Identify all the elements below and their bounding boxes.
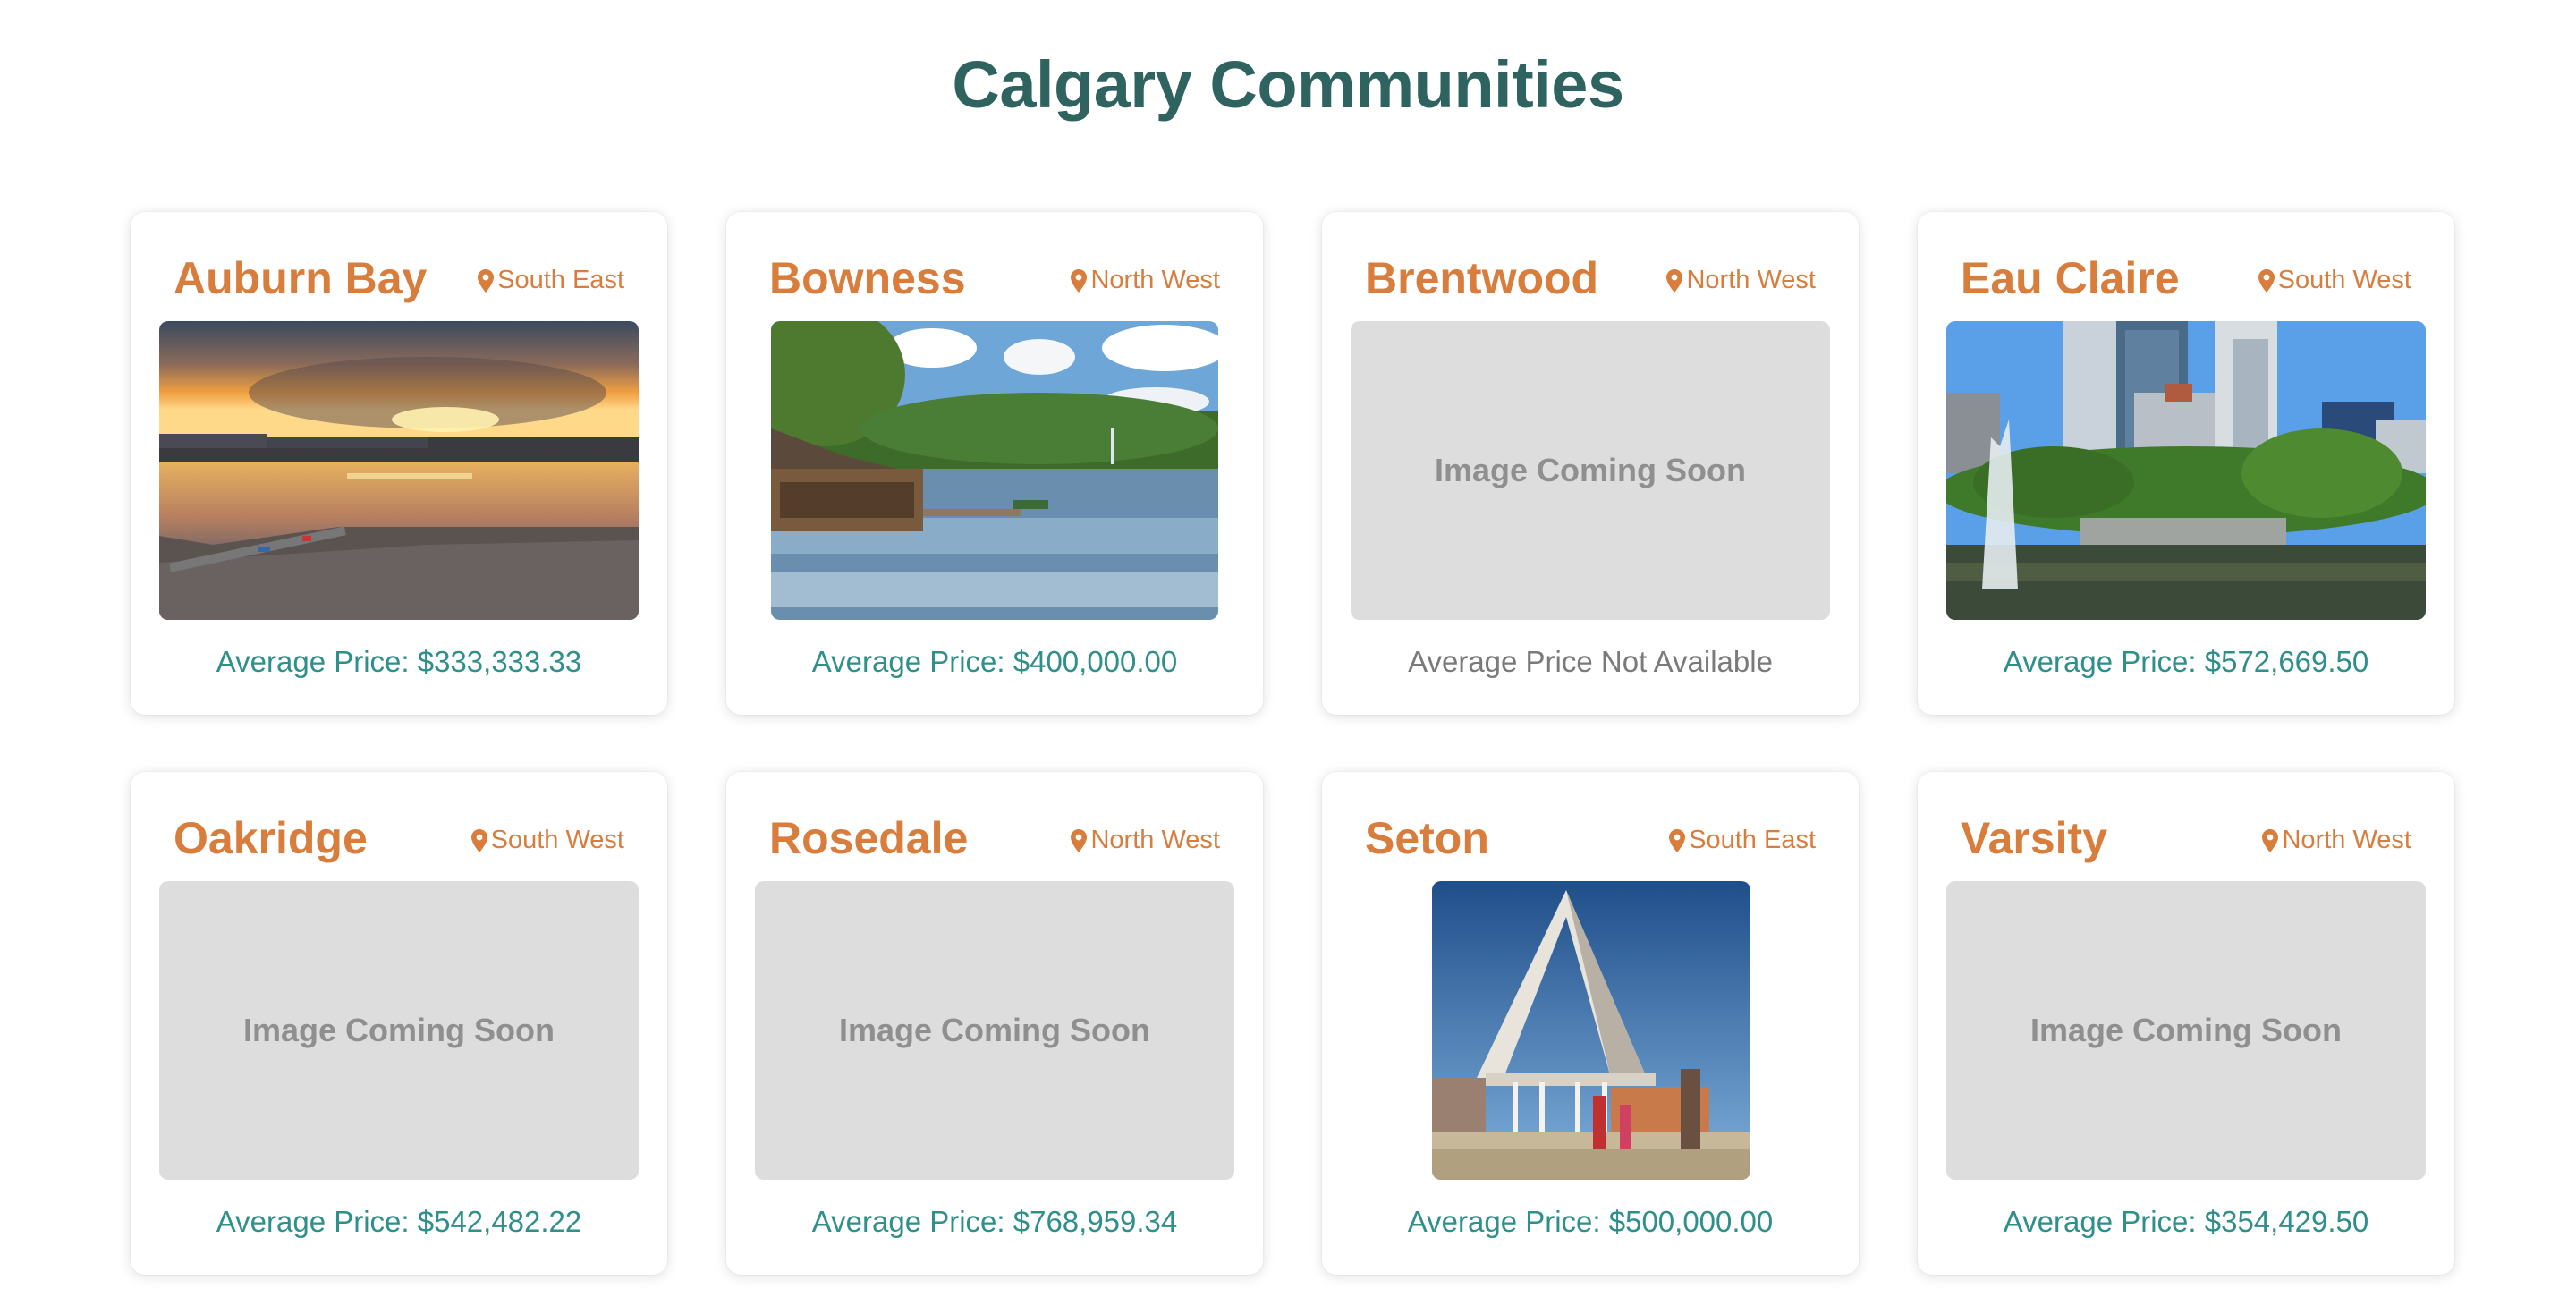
community-photo [159,321,639,620]
community-name: Varsity [1961,813,2108,863]
image-placeholder: Image Coming Soon [159,881,639,1180]
community-location: North West [1666,266,1816,295]
community-name: Bowness [769,253,966,303]
community-location: South East [1669,826,1816,855]
image-placeholder: Image Coming Soon [1946,881,2426,1180]
map-pin-icon [1669,828,1686,852]
community-card-brentwood[interactable]: Brentwood North West Image Coming Soon A… [1322,212,1859,715]
map-pin-icon [1071,828,1088,852]
community-name: Seton [1365,813,1489,863]
map-pin-icon [1666,268,1683,293]
community-grid: Auburn Bay South East Average Price: $33… [131,212,2456,1275]
community-card-rosedale[interactable]: Rosedale North West Image Coming Soon Av… [726,772,1263,1275]
community-price: Average Price: $768,959.34 [811,1205,1178,1238]
community-name: Auburn Bay [174,253,428,303]
community-location: North West [2262,826,2411,855]
community-location: North West [1071,266,1220,295]
image-placeholder: Image Coming Soon [1351,321,1830,620]
map-pin-icon [2262,828,2279,852]
community-photo [1946,321,2426,620]
community-price: Average Price Not Available [1408,645,1773,678]
community-card-varsity[interactable]: Varsity North West Image Coming Soon Ave… [1918,772,2454,1275]
community-name: Rosedale [769,813,969,863]
community-location-label: North West [1090,826,1220,854]
community-price: Average Price: $572,669.50 [2003,645,2369,678]
community-location-label: South West [2277,266,2411,294]
community-name: Eau Claire [1961,253,2180,303]
community-card-oakridge[interactable]: Oakridge South West Image Coming Soon Av… [131,772,667,1275]
map-pin-icon [1071,268,1088,293]
community-price: Average Price: $542,482.22 [216,1205,582,1238]
community-location: North West [1071,826,1220,855]
map-pin-icon [478,268,495,293]
community-location: South East [478,266,624,295]
map-pin-icon [470,828,487,852]
community-card-seton[interactable]: Seton South East Average Price: $500,000… [1322,772,1859,1275]
community-location: South West [470,826,624,855]
community-photo [1432,881,1750,1180]
community-name: Oakridge [174,813,368,863]
community-location-label: South East [1689,826,1816,854]
community-location-label: North West [1686,266,1816,294]
community-card-eau-claire[interactable]: Eau Claire South West Average Price: $57… [1918,212,2454,715]
community-card-bowness[interactable]: Bowness North West Average Price: $400,0… [726,212,1263,715]
community-location-label: North West [1090,266,1220,294]
page-title: Calgary Communities [952,47,1624,122]
community-price: Average Price: $333,333.33 [216,645,582,678]
community-price: Average Price: $400,000.00 [811,645,1178,678]
community-card-auburn-bay[interactable]: Auburn Bay South East Average Price: $33… [131,212,667,715]
community-name: Brentwood [1365,253,1599,303]
community-location-label: South West [490,826,624,854]
community-location-label: North West [2282,826,2411,854]
community-location: South West [2258,266,2411,295]
community-price: Average Price: $500,000.00 [1407,1205,1774,1238]
community-photo [771,321,1218,620]
community-location-label: South East [497,266,624,294]
community-price: Average Price: $354,429.50 [2003,1205,2369,1238]
image-placeholder: Image Coming Soon [755,881,1234,1180]
map-pin-icon [2258,268,2275,293]
